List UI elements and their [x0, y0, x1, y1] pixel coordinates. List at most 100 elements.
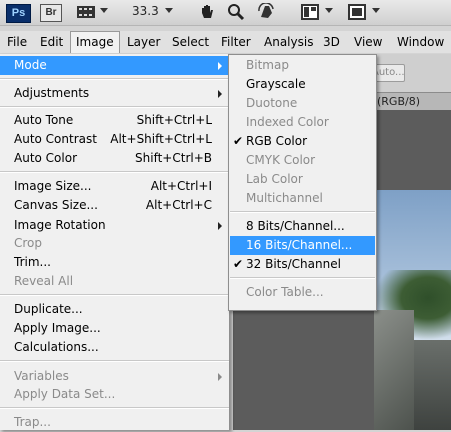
menu-item-shortcut: Shift+Ctrl+B: [135, 151, 212, 165]
film-strip-icon[interactable]: [76, 3, 98, 21]
photoshop-logo: Ps: [6, 4, 31, 23]
menu-item-label: 8 Bits/Channel...: [246, 219, 345, 233]
submenu-arrow-icon: [218, 373, 222, 381]
submenu-arrow-icon: [218, 90, 222, 98]
zoom-tool-icon[interactable]: [227, 3, 245, 21]
menu-item-label: 16 Bits/Channel...: [246, 238, 353, 252]
rotate-view-icon[interactable]: [256, 3, 276, 21]
menu-separator: [0, 78, 229, 80]
menu-item-label: Color Table...: [246, 285, 324, 299]
menu-item-shortcut: Alt+Ctrl+I: [150, 179, 212, 193]
menu-item-label: Lab Color: [246, 172, 303, 186]
checkmark-icon: ✔: [233, 134, 244, 148]
screen-mode-icon[interactable]: [347, 3, 367, 21]
submenu-item-lab-color: Lab Color: [230, 170, 375, 189]
document-tab[interactable]: (RGB/8): [372, 92, 451, 112]
menu-3d[interactable]: 3D: [318, 31, 345, 53]
menu-item-canvas-size[interactable]: Canvas Size... Alt+Ctrl+C: [0, 196, 229, 215]
checkmark-icon: ✔: [233, 257, 244, 271]
menu-item-label: Duplicate...: [14, 302, 83, 316]
menu-item-label: Indexed Color: [246, 115, 329, 129]
arrange-documents-icon[interactable]: [300, 3, 320, 21]
menu-separator: [230, 211, 375, 213]
menu-item-label: Adjustments: [14, 86, 90, 100]
menu-item-shortcut: Alt+Ctrl+C: [145, 198, 212, 212]
menu-item-label: Crop: [14, 236, 43, 250]
submenu-item-rgb-color[interactable]: ✔ RGB Color: [230, 132, 375, 151]
chevron-down-icon[interactable]: [165, 8, 173, 13]
chevron-down-icon[interactable]: [325, 8, 333, 13]
menu-item-adjustments[interactable]: Adjustments: [0, 84, 229, 103]
submenu-arrow-icon: [218, 62, 222, 70]
submenu-item-indexed-color: Indexed Color: [230, 113, 375, 132]
photo-wall-shadow: [414, 340, 451, 430]
menu-item-image-size[interactable]: Image Size... Alt+Ctrl+I: [0, 177, 229, 196]
menu-separator: [0, 171, 229, 173]
menu-file[interactable]: File: [2, 31, 32, 53]
menu-edit[interactable]: Edit: [35, 31, 68, 53]
submenu-item-grayscale[interactable]: Grayscale: [230, 75, 375, 94]
menu-separator: [0, 106, 229, 108]
submenu-item-8-bits[interactable]: 8 Bits/Channel...: [230, 217, 375, 236]
menu-item-shortcut: Shift+Ctrl+L: [136, 113, 212, 127]
menu-bar: File Edit Image Layer Select Filter Anal…: [0, 31, 451, 53]
menu-item-label: Calculations...: [14, 340, 99, 354]
menu-item-reveal-all: Reveal All: [0, 272, 229, 291]
menu-item-label: Duotone: [246, 96, 298, 110]
menu-layer[interactable]: Layer: [122, 31, 165, 53]
submenu-item-32-bits[interactable]: ✔ 32 Bits/Channel: [230, 255, 375, 274]
menu-window[interactable]: Window: [392, 31, 449, 53]
submenu-item-color-table: Color Table...: [230, 283, 375, 302]
menu-filter[interactable]: Filter: [216, 31, 256, 53]
menu-item-calculations[interactable]: Calculations...: [0, 338, 229, 357]
menu-item-label: Canvas Size...: [14, 198, 98, 212]
menu-item-label: Mode: [14, 58, 47, 72]
submenu-arrow-icon: [218, 222, 222, 230]
submenu-item-duotone: Duotone: [230, 94, 375, 113]
menu-item-image-rotation[interactable]: Image Rotation: [0, 216, 229, 235]
menu-item-label: Trim...: [14, 255, 51, 269]
menu-select[interactable]: Select: [167, 31, 214, 53]
image-menu: Mode Adjustments Auto Tone Shift+Ctrl+L …: [0, 54, 230, 430]
menu-item-auto-tone[interactable]: Auto Tone Shift+Ctrl+L: [0, 111, 229, 130]
menu-item-crop: Crop: [0, 234, 229, 253]
menu-item-label: Image Size...: [14, 179, 92, 193]
menu-item-trim[interactable]: Trim...: [0, 253, 229, 272]
menu-item-label: RGB Color: [246, 134, 308, 148]
menu-item-label: Trap...: [14, 415, 51, 429]
menu-item-label: Apply Image...: [14, 321, 101, 335]
chevron-down-icon[interactable]: [100, 8, 108, 13]
menu-item-apply-image[interactable]: Apply Image...: [0, 319, 229, 338]
hand-tool-icon[interactable]: [198, 3, 216, 21]
submenu-item-bitmap: Bitmap: [230, 56, 375, 75]
menu-item-label: Auto Tone: [14, 113, 74, 127]
menu-item-auto-contrast[interactable]: Auto Contrast Alt+Shift+Ctrl+L: [0, 130, 229, 149]
menu-item-label: Auto Color: [14, 151, 78, 165]
chevron-down-icon[interactable]: [372, 8, 380, 13]
submenu-item-16-bits[interactable]: 16 Bits/Channel...: [230, 236, 375, 255]
menu-item-label: Multichannel: [246, 191, 323, 205]
submenu-item-multichannel: Multichannel: [230, 189, 375, 208]
menu-analysis[interactable]: Analysis: [259, 31, 318, 53]
menu-item-trap: Trap...: [0, 413, 229, 432]
menu-image[interactable]: Image: [70, 31, 120, 53]
menu-item-label: Auto Contrast: [14, 132, 97, 146]
menu-item-auto-color[interactable]: Auto Color Shift+Ctrl+B: [0, 149, 229, 168]
application-bar: Ps Br 33.3: [0, 0, 451, 26]
mode-submenu: Bitmap Grayscale Duotone Indexed Color ✔…: [228, 54, 377, 311]
menu-item-duplicate[interactable]: Duplicate...: [0, 300, 229, 319]
menu-separator: [0, 407, 229, 409]
menu-item-apply-data-set: Apply Data Set...: [0, 385, 229, 404]
photo-wall: [374, 310, 414, 430]
menu-item-shortcut: Alt+Shift+Ctrl+L: [110, 132, 212, 146]
submenu-item-cmyk-color: CMYK Color: [230, 151, 375, 170]
bridge-launch-button[interactable]: Br: [40, 4, 62, 22]
menu-item-mode[interactable]: Mode: [0, 56, 229, 75]
menu-item-label: Variables: [14, 369, 69, 383]
zoom-level[interactable]: 33.3: [132, 4, 159, 18]
menu-separator: [0, 294, 229, 296]
menu-item-label: Bitmap: [246, 58, 289, 72]
document-photo: [374, 190, 451, 430]
menu-view[interactable]: View: [349, 31, 387, 53]
menu-separator: [0, 360, 229, 362]
